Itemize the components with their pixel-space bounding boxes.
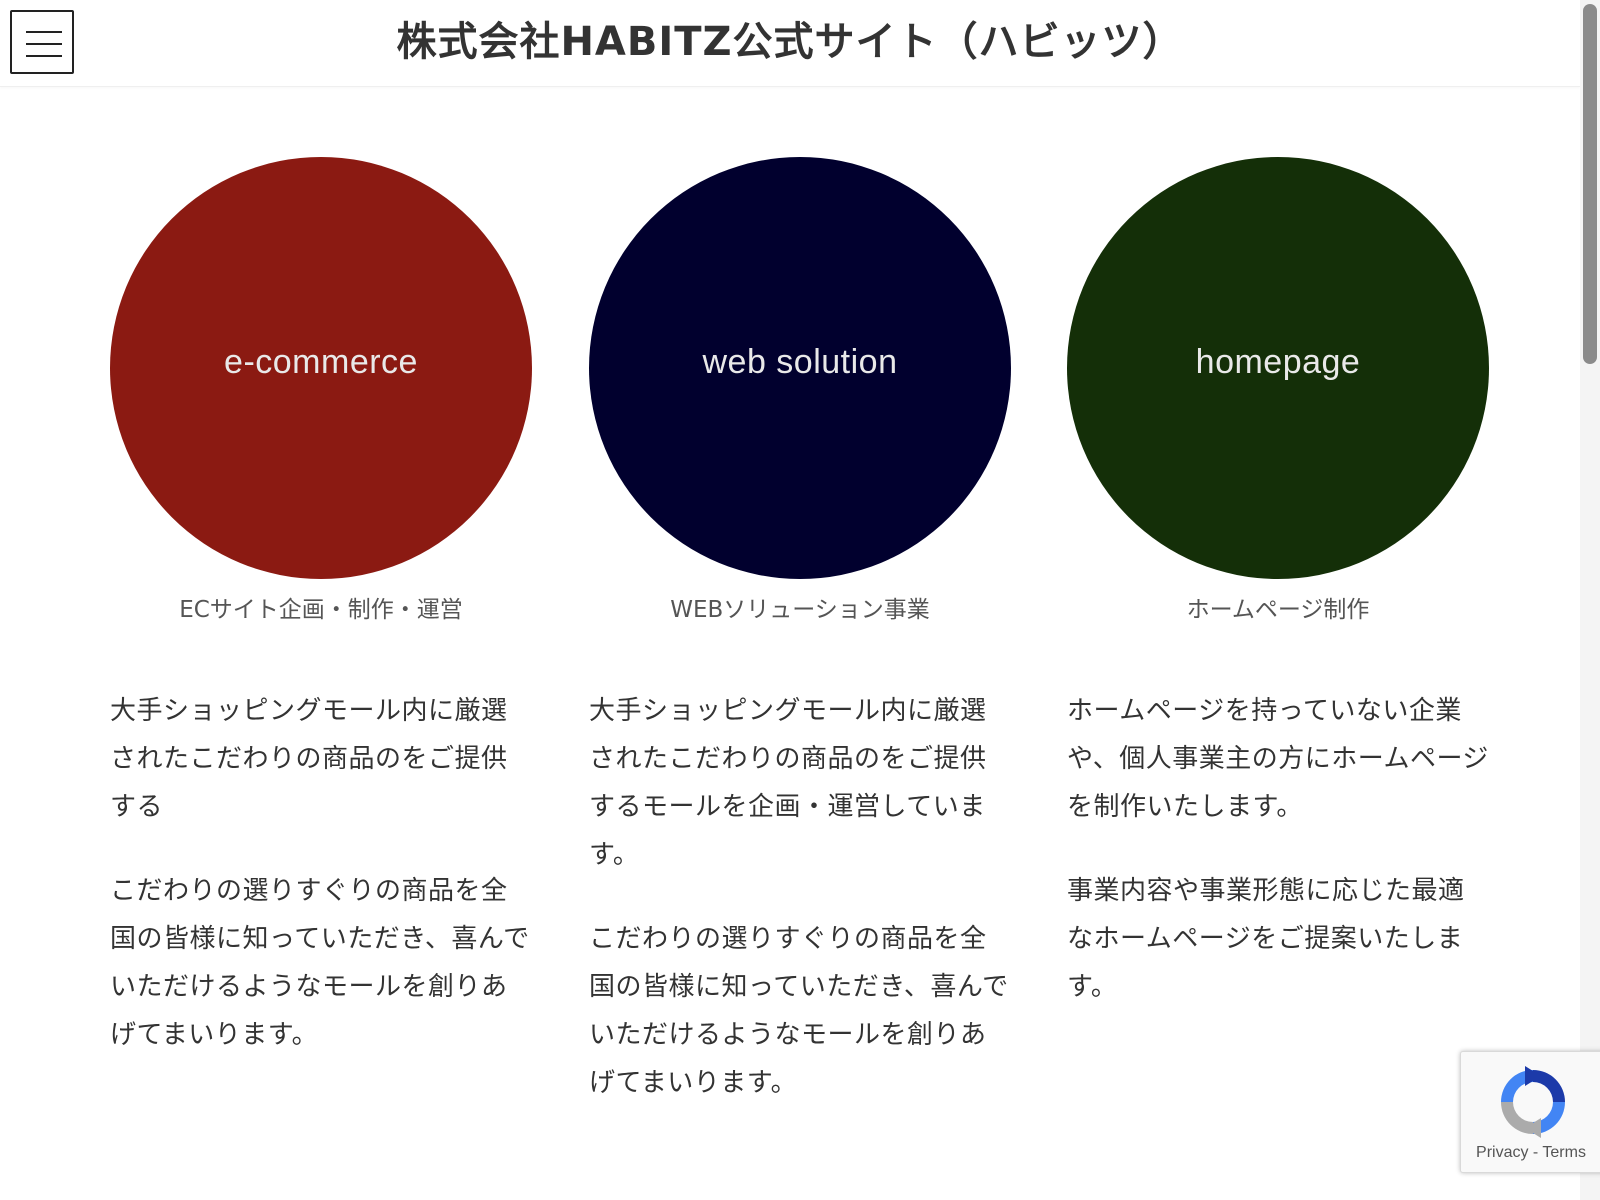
page: 株式会社HABITZ公式サイト（ハビッツ） e-commerce ECサイト企画…	[0, 0, 1600, 1200]
service-circle-label: homepage	[1195, 342, 1361, 381]
service-description: ホームページを持っていない企業や、個人事業主の方にホームページを制作いたします。…	[1067, 687, 1489, 1011]
service-circle-ecommerce[interactable]: e-commerce	[110, 157, 532, 579]
service-description: 大手ショッピングモール内に厳選されたこだわりの商品のをご提供する こだわりの選り…	[110, 687, 532, 1059]
service-circle-web-solution[interactable]: web solution	[589, 157, 1011, 579]
recaptcha-terms-link[interactable]: Terms	[1542, 1144, 1586, 1161]
recaptcha-logo-icon	[1501, 1066, 1565, 1138]
service-paragraph: こだわりの選りすぐりの商品を全国の皆様に知っていただき、喜んでいただけるようなモ…	[110, 876, 530, 1050]
scrollbar-track[interactable]	[1580, 0, 1600, 1200]
recaptcha-privacy-link[interactable]: Privacy	[1476, 1144, 1528, 1161]
service-ecommerce: e-commerce ECサイト企画・制作・運営 大手ショッピングモール内に厳選…	[110, 157, 532, 1095]
service-circle-label: web solution	[702, 342, 898, 381]
scrollbar-thumb[interactable]	[1583, 4, 1597, 364]
service-homepage: homepage ホームページ制作 ホームページを持っていない企業や、個人事業主…	[1067, 157, 1489, 1047]
service-paragraph: こだわりの選りすぐりの商品を全国の皆様に知っていただき、喜んでいただけるようなモ…	[589, 924, 1009, 1098]
service-description: 大手ショッピングモール内に厳選されたこだわりの商品のをご提供するモールを企画・運…	[589, 687, 1011, 1107]
recaptcha-link-separator: -	[1528, 1144, 1543, 1161]
service-caption: WEBソリューション事業	[670, 597, 930, 623]
service-caption: ECサイト企画・制作・運営	[179, 597, 463, 623]
service-caption: ホームページ制作	[1186, 597, 1370, 623]
service-paragraph: ホームページを持っていない企業や、個人事業主の方にホームページを制作いたします。	[1067, 696, 1489, 822]
site-header: 株式会社HABITZ公式サイト（ハビッツ）	[0, 0, 1580, 87]
site-title[interactable]: 株式会社HABITZ公式サイト（ハビッツ）	[0, 12, 1580, 72]
service-circle-homepage[interactable]: homepage	[1067, 157, 1489, 579]
service-paragraph: 大手ショッピングモール内に厳選されたこだわりの商品のをご提供するモールを企画・運…	[589, 696, 987, 870]
service-circle-label: e-commerce	[224, 342, 418, 381]
service-web-solution: web solution WEBソリューション事業 大手ショッピングモール内に厳…	[589, 157, 1011, 1143]
recaptcha-badge[interactable]: Privacy - Terms	[1460, 1051, 1600, 1173]
service-paragraph: 大手ショッピングモール内に厳選されたこだわりの商品のをご提供する	[110, 696, 508, 822]
service-paragraph: 事業内容や事業形態に応じた最適なホームページをご提案いたします。	[1067, 876, 1465, 1002]
recaptcha-links: Privacy - Terms	[1461, 1144, 1600, 1162]
